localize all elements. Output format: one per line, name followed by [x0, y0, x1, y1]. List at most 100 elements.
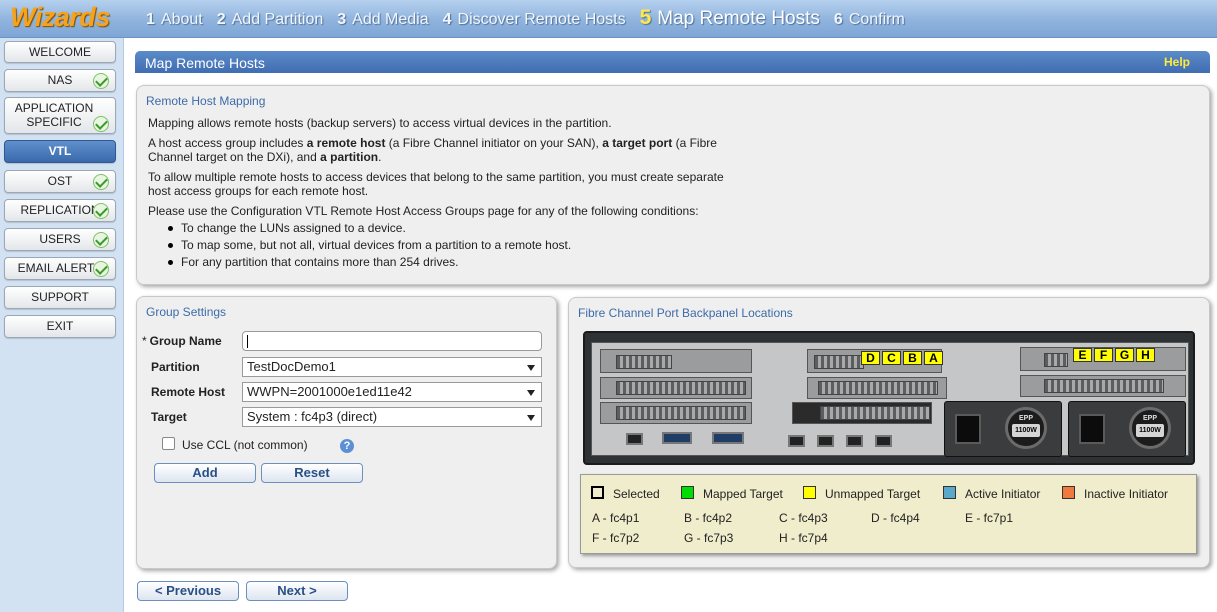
nav-email-alerts[interactable]: EMAIL ALERTS [4, 257, 116, 280]
fc-port-h[interactable]: H [1136, 348, 1155, 362]
step-label: Add Media [352, 11, 429, 28]
fc-port-d[interactable]: D [861, 351, 880, 365]
partition-select[interactable]: TestDocDemo1 [242, 357, 542, 377]
server-backpanel-image: EPP 1100W EPP 1100W D C B A E F G H [583, 331, 1195, 465]
fc-port-b[interactable]: B [903, 351, 922, 365]
list-item: For any partition that contains more tha… [168, 255, 748, 269]
help-link[interactable]: Help [1164, 55, 1190, 69]
check-icon [93, 116, 109, 132]
panel-title: Remote Host Mapping [146, 94, 266, 108]
use-ccl-label: Use CCL (not common) [182, 438, 308, 452]
text: a remote host [306, 136, 386, 150]
text: (a Fibre Channel initiator on your SAN), [385, 136, 603, 150]
fc-port-a[interactable]: A [924, 351, 943, 365]
port-map-entry: B - fc4p2 [684, 511, 733, 525]
step-number: 6 [833, 11, 843, 28]
nav-welcome[interactable]: WELCOME [4, 41, 116, 63]
help-icon[interactable]: ? [340, 439, 354, 453]
check-icon [93, 261, 109, 277]
remote-host-select[interactable]: WWPN=2001000e1ed11e42 [242, 382, 542, 402]
network-port [846, 435, 863, 447]
dropdown-arrow-icon [527, 365, 535, 371]
vent-grill [616, 355, 672, 369]
legend-swatch [591, 486, 604, 499]
nav-vtl[interactable]: VTL [4, 140, 116, 163]
step-label: About [160, 11, 203, 28]
target-select[interactable]: System : fc4p3 (direct) [242, 407, 542, 427]
partition-row: Partition TestDocDemo1 [151, 357, 543, 377]
required-mark: * [142, 334, 147, 348]
reset-button[interactable]: Reset [261, 463, 363, 483]
vent-grill [818, 381, 938, 395]
legend-swatch [803, 486, 816, 499]
power-plug [955, 414, 981, 444]
nav-application-specific[interactable]: APPLICATION SPECIFIC [4, 97, 116, 134]
fc-port-g[interactable]: G [1115, 348, 1134, 362]
nav-ost[interactable]: OST [4, 170, 116, 193]
page-title: Map Remote Hosts [145, 55, 265, 71]
nav-exit[interactable]: EXIT [4, 315, 116, 338]
vent-grill [616, 406, 746, 420]
select-value: TestDocDemo1 [247, 359, 336, 374]
text: . [378, 150, 382, 164]
nav-users[interactable]: USERS [4, 228, 116, 251]
step-label: Map Remote Hosts [657, 8, 820, 29]
power-plug [1079, 414, 1105, 444]
next-button[interactable]: Next > [246, 581, 348, 601]
dropdown-arrow-icon [527, 390, 535, 396]
port-map-entry: G - fc7p3 [684, 531, 734, 545]
paragraph: Mapping allows remote hosts (backup serv… [148, 116, 612, 130]
power-supply-1: EPP 1100W [944, 401, 1062, 457]
text: A host access group includes [148, 136, 307, 150]
step-about[interactable]: 1 About [146, 11, 203, 29]
nav-label: SUPPORT [31, 290, 89, 304]
paragraph: A host access group includes a remote ho… [148, 136, 748, 164]
step-add-media[interactable]: 3 Add Media [337, 11, 428, 29]
legend-label: Mapped Target [703, 487, 783, 501]
psu-brand: EPP [1142, 415, 1157, 422]
psu-fan: EPP 1100W [1129, 407, 1171, 449]
target-row: Target System : fc4p3 (direct) [151, 407, 543, 427]
group-settings-panel: Group Settings * Group Name Partition Tes… [136, 296, 557, 569]
partition-label: Partition [151, 360, 200, 374]
dropdown-arrow-icon [527, 415, 535, 421]
nav-label: VTL [48, 144, 72, 158]
nav-nas[interactable]: NAS [4, 69, 116, 92]
step-number: 4 [442, 11, 452, 28]
group-name-input[interactable] [242, 331, 542, 351]
step-confirm[interactable]: 6 Confirm [834, 11, 905, 29]
panel-title: Group Settings [146, 305, 227, 319]
legend-swatch [681, 486, 694, 499]
nav-support[interactable]: SUPPORT [4, 286, 116, 309]
paragraph: To allow multiple remote hosts to access… [148, 170, 724, 198]
fc-port-c[interactable]: C [882, 351, 901, 365]
step-number: 1 [146, 11, 155, 28]
step-map-remote-hosts: 5 Map Remote Hosts [640, 6, 820, 30]
fc-port-e[interactable]: E [1073, 348, 1092, 362]
port-map-entry: C - fc4p3 [779, 511, 828, 525]
group-name-label: * Group Name [142, 334, 222, 348]
legend-swatch [1062, 486, 1075, 499]
left-nav: WELCOME NAS APPLICATION SPECIFIC VTL OST… [0, 38, 124, 612]
network-port [788, 435, 805, 447]
previous-button[interactable]: < Previous [137, 581, 239, 601]
check-icon [93, 232, 109, 248]
step-add-partition[interactable]: 2 Add Partition [217, 11, 324, 29]
use-ccl-checkbox[interactable] [162, 437, 175, 450]
fc-port-f[interactable]: F [1094, 348, 1113, 362]
list-item: To map some, but not all, virtual device… [168, 238, 748, 252]
port-map-entry: A - fc4p1 [592, 511, 640, 525]
step-discover-remote-hosts[interactable]: 4 Discover Remote Hosts [443, 11, 626, 29]
add-button[interactable]: Add [154, 463, 256, 483]
vent-grill [1044, 379, 1164, 393]
nav-replication[interactable]: REPLICATION [4, 199, 116, 222]
vent-grill [814, 355, 864, 369]
legend-label: Unmapped Target [825, 487, 921, 501]
step-number: 3 [337, 11, 347, 28]
backpanel-panel: Fibre Channel Port Backpanel Locations E… [568, 297, 1210, 568]
step-label: Add Partition [231, 11, 324, 28]
port-legend: Selected Mapped Target Unmapped Target A… [580, 474, 1197, 554]
check-icon [93, 203, 109, 219]
vent-grill [820, 406, 930, 420]
step-number: 2 [216, 11, 226, 28]
